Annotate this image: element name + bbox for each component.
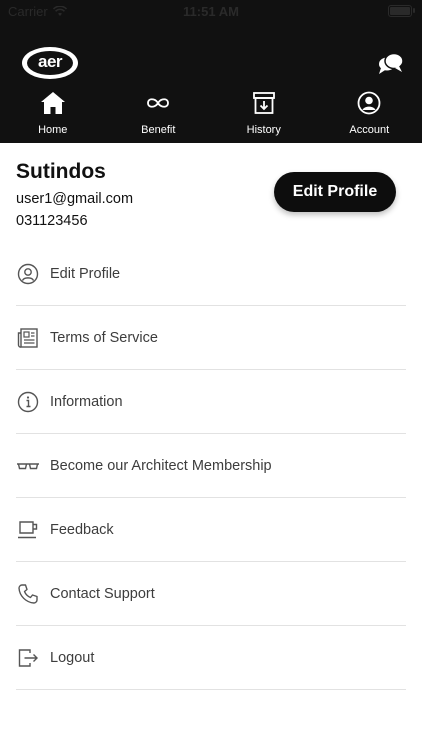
- info-icon: [17, 391, 39, 412]
- home-icon: [40, 92, 65, 114]
- nav-home-label: Home: [38, 124, 68, 136]
- glasses-icon: [17, 462, 39, 469]
- menu-item-information[interactable]: Information: [16, 370, 406, 434]
- menu-label: Information: [50, 393, 123, 410]
- account-icon: [357, 91, 381, 115]
- status-time: 11:51 AM: [183, 4, 239, 19]
- profile-summary: Sutindos user1@gmail.com 031123456 Edit …: [16, 160, 406, 230]
- menu-item-feedback[interactable]: Feedback: [16, 498, 406, 562]
- profile-phone: 031123456: [16, 213, 88, 229]
- battery-icon: [388, 5, 415, 17]
- nav-benefit[interactable]: Benefit: [106, 90, 212, 140]
- menu-label: Terms of Service: [50, 329, 158, 346]
- profile-email: user1@gmail.com: [16, 191, 134, 207]
- profile-name: Sutindos: [16, 160, 106, 183]
- nav-account-label: Account: [349, 124, 390, 136]
- nav-history[interactable]: History: [211, 90, 317, 140]
- menu-item-logout[interactable]: Logout: [16, 626, 406, 690]
- aer-logo: aer: [22, 47, 78, 79]
- logo-text: aer: [37, 52, 63, 71]
- menu-label: Contact Support: [50, 585, 155, 602]
- nav-home[interactable]: Home: [0, 90, 106, 140]
- phone-icon: [18, 583, 38, 604]
- menu-label: Edit Profile: [50, 265, 121, 282]
- edit-profile-button[interactable]: Edit Profile: [274, 172, 396, 212]
- cup-icon: [18, 520, 38, 538]
- menu-label: Become our Architect Membership: [50, 457, 272, 474]
- menu-item-edit-profile[interactable]: Edit Profile: [16, 242, 406, 306]
- nav-history-label: History: [246, 124, 281, 136]
- archive-icon: [252, 92, 275, 114]
- nav-benefit-label: Benefit: [141, 124, 176, 136]
- chat-bubbles-icon: [379, 52, 404, 74]
- menu-item-contact-support[interactable]: Contact Support: [16, 562, 406, 626]
- user-circle-icon: [17, 263, 39, 284]
- menu-item-membership[interactable]: Become our Architect Membership: [16, 434, 406, 498]
- nav-account[interactable]: Account: [317, 90, 422, 140]
- newspaper-icon: [17, 327, 38, 348]
- menu-item-terms[interactable]: Terms of Service: [16, 306, 406, 370]
- chat-button[interactable]: [378, 51, 404, 77]
- infinity-icon: [147, 98, 170, 108]
- account-menu: Edit Profile Terms of Service Informatio…: [16, 242, 406, 690]
- status-bar: Carrier 11:51 AM: [0, 0, 422, 22]
- menu-label: Logout: [50, 649, 95, 666]
- menu-label: Feedback: [50, 521, 114, 538]
- app-header: Carrier 11:51 AM aer Home Benefit Histor…: [0, 0, 422, 143]
- bottom-nav: Home Benefit History Account: [0, 90, 422, 140]
- logout-icon: [18, 648, 38, 667]
